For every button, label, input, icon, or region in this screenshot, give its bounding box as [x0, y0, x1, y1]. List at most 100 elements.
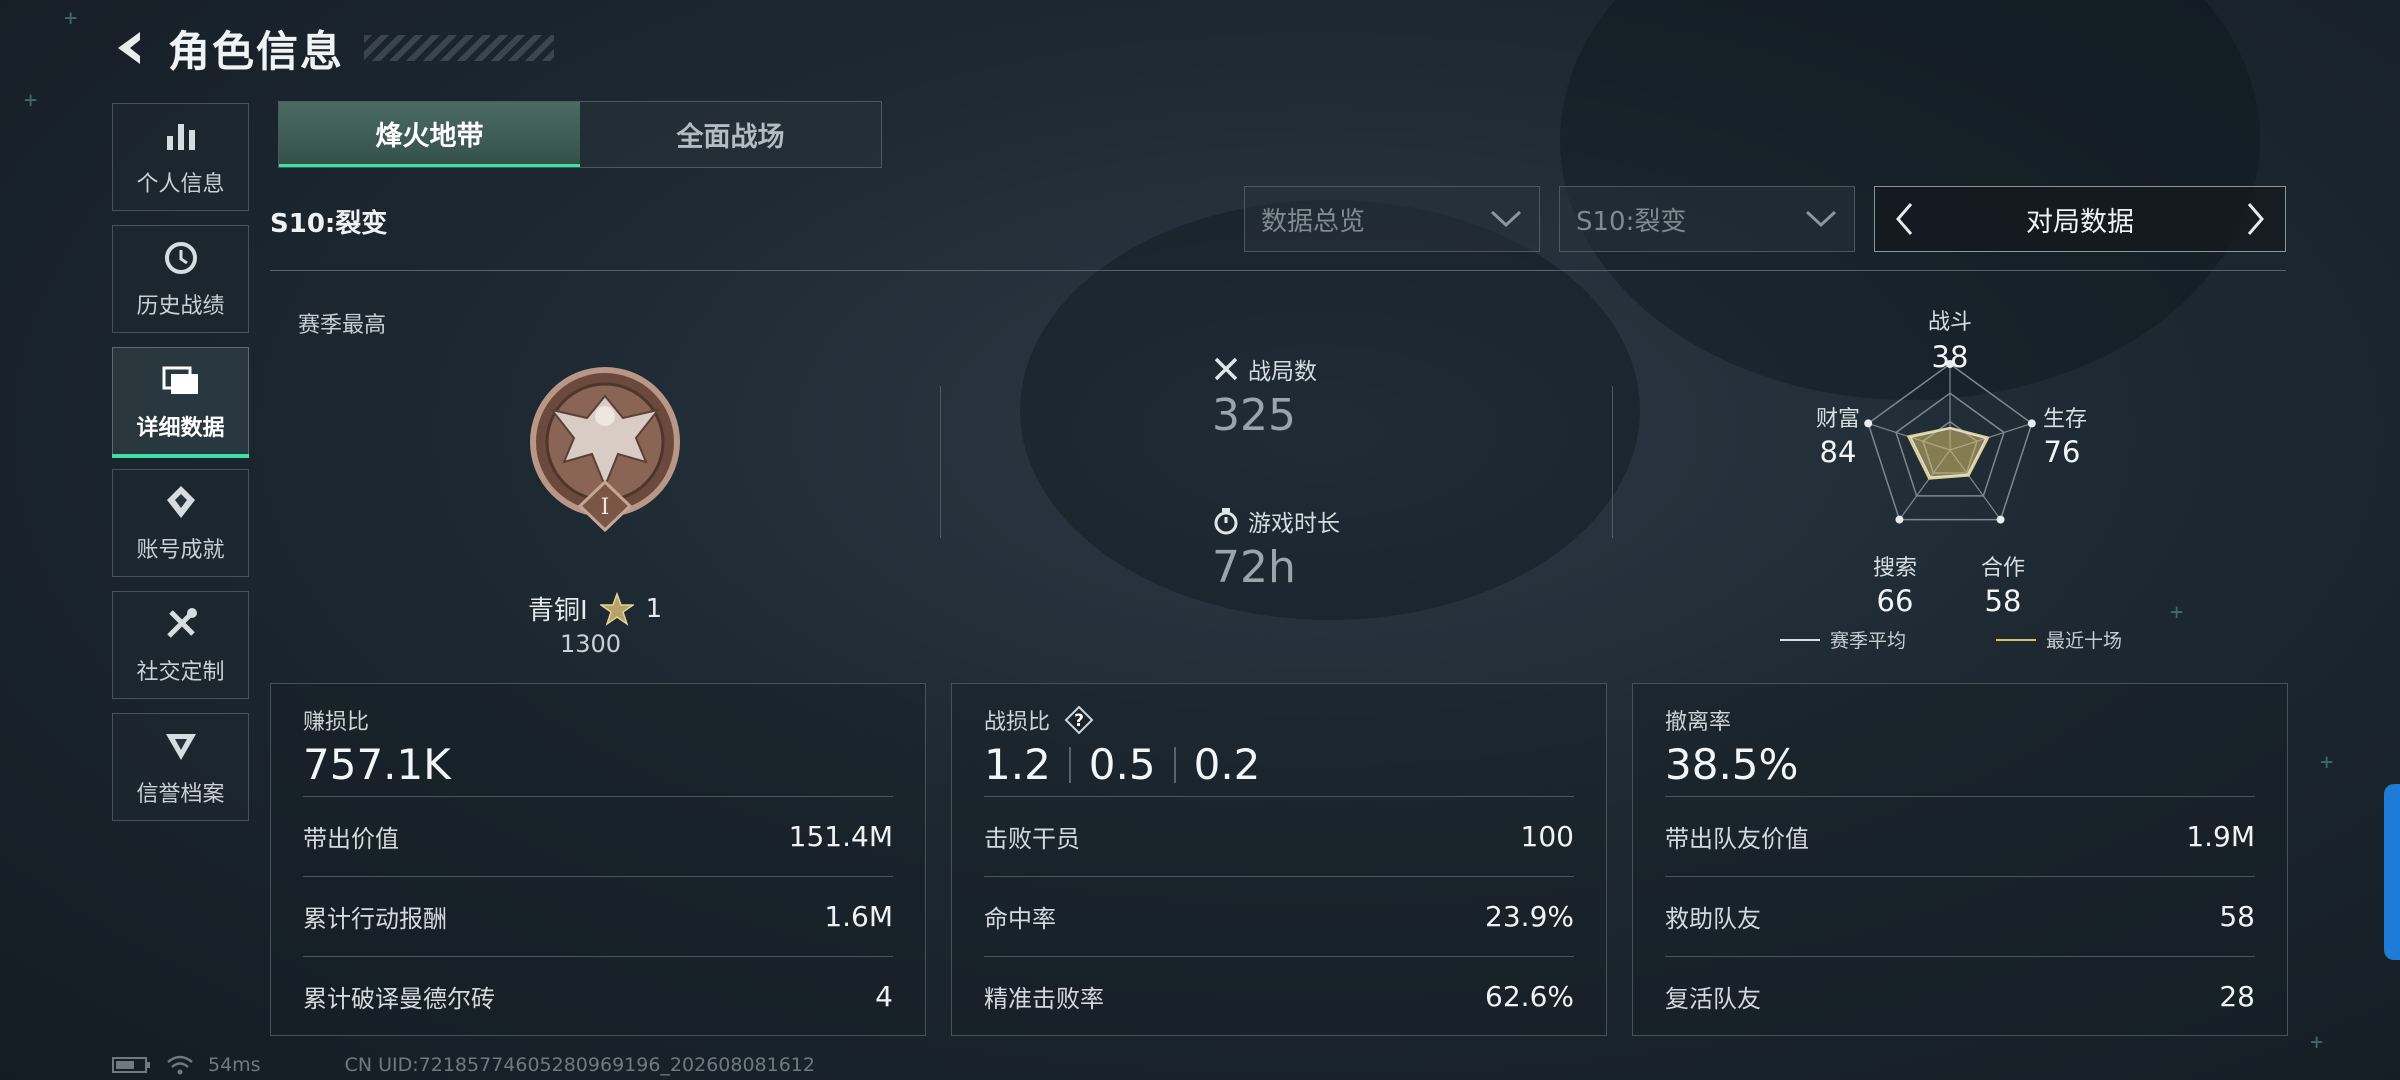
profit-loss-card: 赚损比 757.1K 带出价值 151.4M 累计行动报酬 1.6M 累计破译曼德尔…: [270, 683, 926, 1036]
sidebar-item-personal-info[interactable]: 个人信息: [112, 103, 249, 211]
season-dropdown[interactable]: S10:裂变: [1559, 186, 1855, 252]
radar-label-combat: 战斗: [1927, 310, 1972, 335]
dropdown-value: 数据总览: [1261, 206, 1366, 237]
matches-label: 战局数: [1248, 359, 1317, 385]
radar-value-wealth: 84: [1819, 435, 1857, 469]
row-value: 1.6M: [824, 900, 893, 933]
sidebar-item-achievements[interactable]: 账号成就: [112, 469, 249, 577]
matches-stat: 战局数 325: [1212, 352, 1317, 441]
title-decoration: [364, 35, 555, 61]
kd-value-1: 1.2: [984, 740, 1051, 789]
back-arrow-icon[interactable]: [110, 26, 154, 70]
deco-cross-icon: +: [2310, 1030, 2324, 1055]
table-row: 命中率 23.9%: [984, 876, 1574, 956]
matches-label-row: 战局数: [1212, 352, 1317, 386]
wrench-screwdriver-icon: [161, 604, 201, 644]
legend-label: 赛季平均: [1830, 630, 1907, 652]
row-label: 带出队友价值: [1665, 825, 1809, 853]
row-value: 62.6%: [1485, 980, 1574, 1013]
ping-value: 54ms: [208, 1054, 261, 1076]
data-type-dropdown[interactable]: 数据总览: [1244, 186, 1540, 252]
card-title: 撤离率: [1665, 710, 1732, 735]
row-label: 复活队友: [1665, 985, 1761, 1013]
side-drawer-handle[interactable]: [2384, 784, 2400, 960]
rank-name: 青铜Ⅰ: [528, 596, 588, 626]
pager-label: 对局数据: [2026, 206, 2134, 238]
table-row: 累计行动报酬 1.6M: [303, 876, 893, 956]
bar-chart-icon: [161, 116, 201, 156]
sidebar-item-detailed-data[interactable]: 详细数据: [112, 347, 249, 458]
chevron-down-icon: [1805, 210, 1837, 228]
radar-label-wealth: 财富: [1815, 407, 1860, 432]
table-row: 击败干员 100: [984, 796, 1574, 876]
table-row: 累计破译曼德尔砖 4: [303, 956, 893, 1036]
card-title: 赚损比: [303, 710, 370, 735]
card-main-value: 757.1K: [303, 740, 451, 789]
table-row: 精准击败率 62.6%: [984, 956, 1574, 1036]
legend-season-average: 赛季平均: [1780, 626, 1906, 653]
row-label: 累计行动报酬: [303, 905, 447, 933]
battery-icon: [112, 1057, 150, 1073]
sidebar-item-credit[interactable]: 信誉档案: [112, 713, 249, 821]
season-high-label: 赛季最高: [298, 313, 387, 338]
radar-chart: 战斗 38 生存 76 合作 58 搜索 66 财富 84: [1770, 300, 2130, 630]
star-icon: [599, 591, 634, 626]
radar-axis-dot: [1895, 515, 1904, 524]
radar-value-search: 66: [1876, 584, 1914, 618]
data-pager: 对局数据: [1874, 186, 2286, 252]
sidebar-item-label: 账号成就: [136, 538, 225, 563]
matches-value: 325: [1212, 390, 1296, 441]
sidebar-item-history[interactable]: 历史战绩: [112, 225, 249, 333]
card-main-value: 38.5%: [1665, 740, 1799, 789]
sidebar-item-social[interactable]: 社交定制: [112, 591, 249, 699]
rank-line: 青铜Ⅰ 1: [528, 590, 688, 627]
kd-value-2: 0.5: [1088, 740, 1156, 789]
row-label: 救助队友: [1665, 905, 1761, 933]
stopwatch-icon: [1214, 508, 1238, 535]
row-value: 58: [2219, 900, 2255, 933]
card-main-values: 1.2 0.5 0.2: [984, 740, 1574, 789]
playtime-label: 游戏时长: [1248, 511, 1340, 537]
playtime-label-row: 游戏时长: [1212, 504, 1340, 538]
kd-value-3: 0.2: [1193, 740, 1261, 789]
history-clock-icon: [161, 238, 201, 278]
status-bar: 54ms CN UID:721857746052809691​96_202608…: [112, 1054, 815, 1076]
row-label: 累计破译曼德尔砖: [303, 985, 495, 1013]
sidebar-item-label: 信誉档案: [136, 782, 225, 807]
row-label: 精准击败率: [984, 985, 1104, 1013]
radar-value-combat: 38: [1931, 340, 1969, 374]
season-label: S10:裂变: [270, 209, 388, 239]
deco-cross-icon: +: [2320, 750, 2334, 775]
deco-cross-icon: +: [2170, 600, 2184, 625]
chevron-right-icon[interactable]: [2241, 199, 2271, 239]
table-row: 带出队友价值 1.9M: [1665, 796, 2255, 876]
rank-score: 1300: [560, 630, 622, 658]
header-divider: [270, 270, 2286, 271]
chevron-left-icon[interactable]: [1889, 199, 1919, 239]
help-icon[interactable]: ?: [1064, 705, 1094, 735]
legend-line-recent: [1996, 638, 2036, 641]
rank-numeral: I: [601, 495, 610, 520]
section-divider: [940, 386, 941, 538]
table-row: 救助队友 58: [1665, 876, 2255, 956]
section-divider: [1612, 386, 1613, 538]
playtime-stat: 游戏时长 72h: [1212, 504, 1340, 593]
extraction-rate-card: 撤离率 38.5% 带出队友价值 1.9M 救助队友 58 复活队友 28: [1632, 683, 2288, 1036]
achievement-icon: [161, 482, 201, 522]
tab-full-battlefield[interactable]: 全面战场: [580, 102, 881, 167]
chevron-down-icon: [1490, 210, 1522, 228]
table-row: 复活队友 28: [1665, 956, 2255, 1036]
card-title-row: 战损比 ?: [984, 704, 1574, 736]
sidebar-item-label: 历史战绩: [136, 294, 225, 319]
row-value: 23.9%: [1485, 900, 1574, 933]
page-title: 角色信息: [168, 26, 345, 76]
radar-value-survival: 76: [2043, 435, 2081, 469]
legend-line-average: [1780, 638, 1820, 641]
tab-extraction-zone[interactable]: 烽火地带: [279, 102, 580, 167]
svg-text:?: ?: [1074, 711, 1084, 731]
header: 角色信息: [110, 18, 555, 78]
deco-cross-icon: +: [64, 6, 78, 31]
radar-axis-dot: [1996, 515, 2005, 524]
rank-stars: 1: [645, 593, 663, 624]
row-value: 4: [875, 980, 893, 1013]
